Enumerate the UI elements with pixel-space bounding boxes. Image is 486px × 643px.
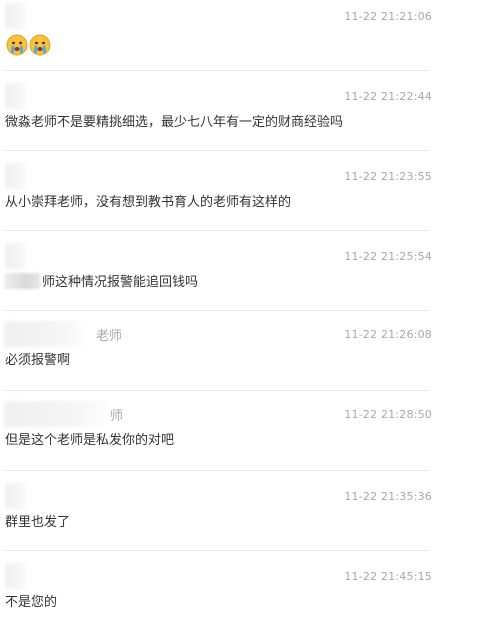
blurred-username — [4, 321, 90, 347]
comment-text: 从小崇拜老师，没有想到教书育人的老师有这样的 — [5, 194, 292, 209]
comment-text: 必须报警啊 — [5, 352, 71, 367]
divider — [4, 150, 430, 151]
comment-time: 11-22 21:22:44 — [344, 90, 432, 103]
comment-time: 11-22 21:23:55 — [344, 170, 432, 183]
username-tail: 老师 — [96, 328, 123, 343]
blurred-username — [5, 563, 29, 589]
comment-text-row: 师这种情况报警能追回钱吗 — [4, 273, 198, 291]
comment-text: 群里也发了 — [5, 514, 71, 529]
comment-item: 师 11-22 21:28:50 但是这个老师是私发你的对吧 — [0, 401, 432, 481]
blurred-username — [5, 243, 29, 269]
comment-time: 11-22 21:35:36 — [344, 490, 432, 503]
comment-list: 11-22 21:21:06 11-22 21:22:44 微淼老师不是要精挑细… — [0, 0, 486, 630]
divider — [4, 470, 430, 471]
comment-text: 但是这个老师是私发你的对吧 — [5, 432, 175, 447]
divider — [4, 550, 430, 551]
blurred-username — [4, 401, 112, 427]
divider — [4, 230, 430, 231]
emoji-row — [6, 34, 51, 56]
comment-item: 11-22 21:25:54 师这种情况报警能追回钱吗 — [0, 243, 432, 323]
comment-time: 11-22 21:45:15 — [344, 570, 432, 583]
comment-item: 11-22 21:22:44 微淼老师不是要精挑细选，最少七八年有一定的财商经验… — [0, 83, 432, 163]
blurred-username — [5, 3, 29, 29]
username-tail: 师 — [110, 408, 124, 423]
comment-item: 11-22 21:21:06 — [0, 3, 432, 83]
blurred-mention — [4, 273, 40, 289]
divider — [4, 390, 430, 391]
comment-time: 11-22 21:26:08 — [344, 328, 432, 341]
comment-item: 老师 11-22 21:26:08 必须报警啊 — [0, 321, 432, 401]
divider — [4, 310, 430, 311]
comment-text: 微淼老师不是要精挑细选，最少七八年有一定的财商经验吗 — [5, 114, 344, 129]
comment-text: 不是您的 — [5, 594, 58, 609]
crying-face-icon — [29, 34, 51, 56]
blurred-username — [5, 483, 29, 509]
comment-time: 11-22 21:25:54 — [344, 250, 432, 263]
crying-face-icon — [6, 34, 28, 56]
comment-text: 师这种情况报警能追回钱吗 — [42, 274, 199, 289]
blurred-username — [5, 163, 29, 189]
comment-time: 11-22 21:21:06 — [344, 10, 432, 23]
comment-item: 11-22 21:35:36 群里也发了 — [0, 483, 432, 563]
comment-item: 11-22 21:23:55 从小崇拜老师，没有想到教书育人的老师有这样的 — [0, 163, 432, 243]
divider — [4, 70, 430, 71]
comment-item: 11-22 21:45:15 不是您的 — [0, 563, 432, 643]
blurred-username — [5, 83, 29, 109]
comment-time: 11-22 21:28:50 — [344, 408, 432, 421]
